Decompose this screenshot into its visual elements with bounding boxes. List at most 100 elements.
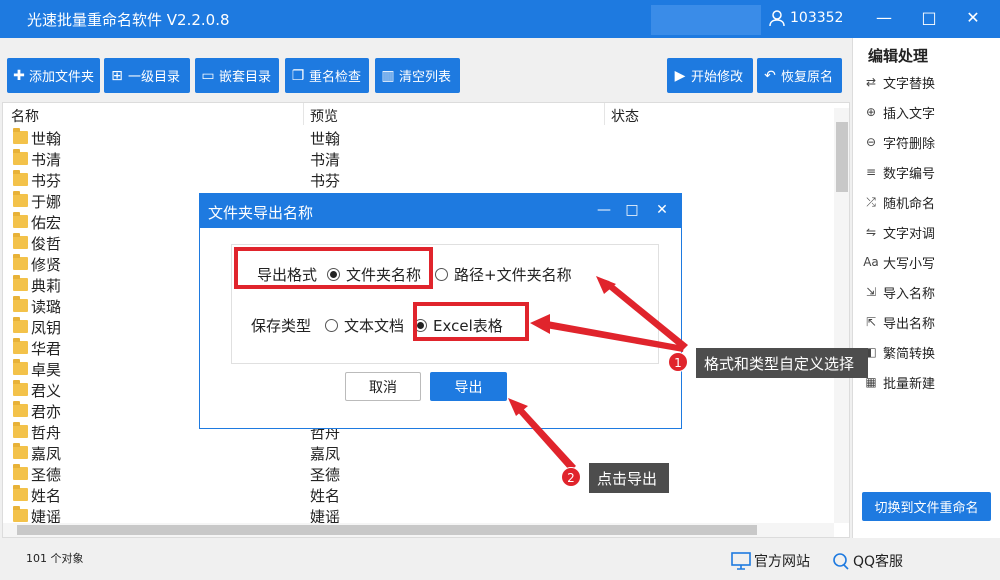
dialog-maximize-button[interactable]: □ — [623, 201, 641, 219]
row-preview: 书清 — [310, 151, 341, 169]
start-modify-button[interactable]: ▶ 开始修改 — [667, 58, 753, 93]
close-button[interactable]: ✕ — [963, 8, 983, 28]
title-search-box[interactable] — [651, 5, 761, 35]
panel-item[interactable]: ◧ 繁简转换 — [863, 341, 993, 363]
row-name: 书清 — [31, 151, 62, 169]
dialog-title: 文件夹导出名称 — [208, 204, 314, 222]
row-name: 典莉 — [31, 277, 62, 295]
panel-item[interactable]: ⇋ 文字对调 — [863, 221, 993, 243]
dialog-minimize-button[interactable]: — — [595, 201, 613, 219]
folder-icon — [13, 233, 28, 249]
folder-icon — [13, 401, 28, 417]
insert-icon: ⊕ — [865, 105, 877, 119]
header-preview[interactable]: 预览 — [310, 106, 338, 126]
rename-check-button[interactable]: ❐ 重名检查 — [285, 58, 369, 93]
folder-icon — [13, 275, 28, 291]
row-name: 读璐 — [31, 298, 62, 316]
row-name: 君亦 — [31, 403, 62, 421]
folder-icon — [13, 359, 28, 375]
headset-icon — [833, 553, 849, 570]
folder-icon — [13, 485, 28, 501]
row-preview: 书芬 — [310, 172, 341, 190]
restore-names-button[interactable]: ↶ 恢复原名 — [757, 58, 842, 93]
user-info[interactable]: 103352 — [768, 9, 843, 27]
panel-item[interactable]: ▦ 批量新建 — [863, 371, 993, 393]
folder-icon — [13, 464, 28, 480]
panel-item[interactable]: ⊕ 插入文字 — [863, 101, 993, 123]
import-icon: ⇲ — [865, 285, 877, 299]
undo-icon: ↶ — [764, 67, 776, 84]
type-option-text[interactable]: 文本文档 — [325, 315, 404, 336]
row-name: 凤钥 — [31, 319, 62, 337]
panel-item-label: 导出名称 — [883, 316, 936, 332]
qq-support-link[interactable]: QQ客服 — [830, 551, 903, 571]
table-row[interactable]: 书芬 书芬 — [3, 169, 833, 190]
panel-item-label: 繁简转换 — [883, 346, 936, 362]
panel-item-label: 大写小写 — [883, 256, 936, 272]
header-status[interactable]: 状态 — [611, 106, 639, 126]
panel-item[interactable]: ≡ 数字编号 — [863, 161, 993, 183]
replace-icon: ⇄ — [865, 75, 877, 89]
highlight-excel-option — [413, 302, 529, 341]
panel-item-label: 文字对调 — [883, 226, 936, 242]
panel-item[interactable]: Aa 大写小写 — [863, 251, 993, 273]
row-name: 俊哲 — [31, 235, 62, 253]
status-bar: 101 个对象 官方网站 QQ客服 — [0, 540, 1000, 580]
folder-icon — [13, 149, 28, 165]
row-name: 哲舟 — [31, 424, 62, 442]
panel-item-label: 导入名称 — [883, 286, 936, 302]
folder-icon — [13, 317, 28, 333]
folder-icon — [13, 128, 28, 144]
nested-dir-button[interactable]: ▭ 嵌套目录 — [195, 58, 279, 93]
row-name: 佑宏 — [31, 214, 62, 232]
play-icon: ▶ — [674, 67, 686, 84]
panel-item[interactable]: ⤮ 随机命名 — [863, 191, 993, 213]
scroll-thumb[interactable] — [836, 122, 848, 192]
table-row[interactable]: 世翰 世翰 — [3, 127, 833, 148]
export-icon: ⇱ — [865, 315, 877, 329]
row-name: 君义 — [31, 382, 62, 400]
panel-item-label: 批量新建 — [883, 376, 936, 392]
radio-unchecked-icon — [435, 268, 449, 281]
clear-list-button[interactable]: ▥ 清空列表 — [375, 58, 460, 93]
format-option-path-folder-name[interactable]: 路径+文件夹名称 — [435, 264, 572, 285]
table-row[interactable]: 圣德 圣德 — [3, 463, 833, 484]
scroll-thumb[interactable] — [17, 525, 757, 535]
dialog-close-button[interactable]: ✕ — [653, 201, 671, 219]
list-header: 名称 预览 状态 — [3, 103, 849, 126]
table-row[interactable]: 嘉凤 嘉凤 — [3, 442, 833, 463]
panel-item[interactable]: ⊖ 字符删除 — [863, 131, 993, 153]
case-icon: Aa — [863, 255, 879, 269]
folder-open-icon: ▭ — [201, 67, 215, 84]
official-website-link[interactable]: 官方网站 — [731, 551, 810, 571]
table-row[interactable]: 书清 书清 — [3, 148, 833, 169]
panel-item[interactable]: ⇲ 导入名称 — [863, 281, 993, 303]
panel-item[interactable]: ⇄ 文字替换 — [863, 71, 993, 93]
row-name: 圣德 — [31, 466, 62, 484]
panel-title: 编辑处理 — [868, 47, 929, 65]
swap-icon: ⇋ — [865, 225, 877, 239]
horizontal-scrollbar[interactable] — [3, 523, 834, 537]
add-folder-button[interactable]: ✚ 添加文件夹 — [7, 58, 100, 93]
cancel-button[interactable]: 取消 — [345, 372, 421, 401]
panel-item-label: 字符删除 — [883, 136, 936, 152]
row-preview: 嘉凤 — [310, 445, 341, 463]
row-name: 世翰 — [31, 130, 62, 148]
folder-icon — [13, 254, 28, 270]
table-row[interactable]: 姓名 姓名 — [3, 484, 833, 505]
row-preview: 姓名 — [310, 487, 341, 505]
edit-panel: 编辑处理 ⇄ 文字替换 ⊕ 插入文字 ⊖ 字符删除 ≡ 数字编号 ⤮ 随机命名 ⇋ 文字对调 Aa 大写小… — [852, 38, 1000, 538]
level1-dir-button[interactable]: ⊞ 一级目录 — [104, 58, 190, 93]
folder-plus-icon: ⊞ — [111, 67, 123, 84]
minimize-button[interactable]: — — [874, 8, 894, 28]
panel-item[interactable]: ⇱ 导出名称 — [863, 311, 993, 333]
export-button[interactable]: 导出 — [430, 372, 507, 401]
header-name[interactable]: 名称 — [11, 106, 39, 126]
delete-char-icon: ⊖ — [865, 135, 877, 149]
number-icon: ≡ — [865, 165, 877, 179]
object-count: 101 个对象 — [26, 552, 84, 565]
vertical-scrollbar[interactable] — [834, 108, 849, 523]
switch-to-file-rename-button[interactable]: 切换到文件重命名 — [862, 492, 991, 521]
maximize-button[interactable]: □ — [919, 8, 939, 28]
folder-icon — [13, 338, 28, 354]
